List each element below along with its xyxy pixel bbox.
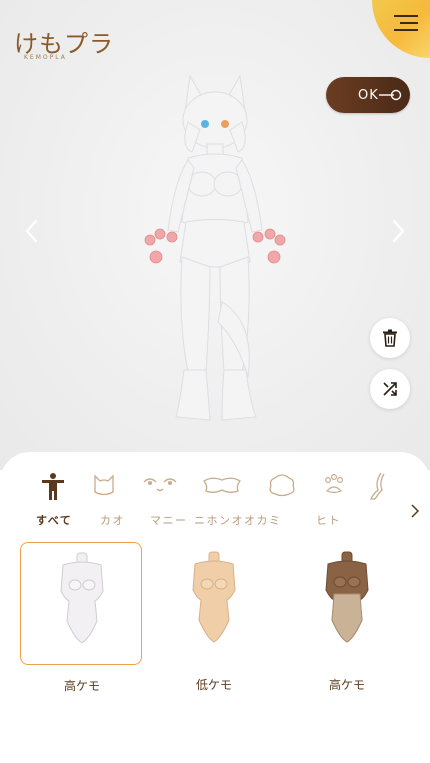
tab-leg[interactable] bbox=[366, 472, 390, 532]
tab-all-label: すべて bbox=[36, 514, 73, 527]
torso-part-image bbox=[192, 551, 236, 643]
cat-face-icon bbox=[94, 474, 114, 496]
part-card-3[interactable]: 高ケモ bbox=[286, 542, 408, 692]
part-label-1: 高ケモ bbox=[63, 679, 100, 693]
model-stage: けもプラ KEMOPLA OK bbox=[0, 0, 430, 470]
ok-button[interactable]: OK bbox=[326, 77, 410, 113]
trash-icon bbox=[383, 329, 397, 347]
hamburger-menu-icon bbox=[394, 15, 418, 31]
kemopla-logo[interactable]: けもプラ KEMOPLA bbox=[14, 24, 114, 68]
tab-human[interactable]: ヒト bbox=[266, 472, 340, 532]
paw-icon bbox=[324, 473, 344, 494]
category-tabs: すべて カオ マニー ニホンオオカミ ヒト bbox=[0, 472, 430, 532]
random-button[interactable] bbox=[370, 369, 410, 409]
tab-face-label: カオ bbox=[100, 514, 125, 527]
tab-manny-label: マニー bbox=[150, 514, 188, 527]
ok-label: OK bbox=[358, 87, 379, 103]
delete-button[interactable] bbox=[370, 318, 410, 358]
human-head-icon bbox=[269, 474, 295, 497]
eyes-icon bbox=[143, 478, 177, 492]
part-label-3: 高ケモ bbox=[328, 678, 365, 692]
torso-part-image bbox=[325, 551, 369, 643]
parts-panel: すべて カオ マニー ニホンオオカミ ヒト 高ケモ 低ケモ 高ケモ bbox=[0, 452, 430, 763]
tab-face[interactable]: カオ bbox=[90, 472, 124, 532]
chevron-right-icon[interactable] bbox=[410, 504, 420, 518]
shuffle-icon bbox=[383, 382, 397, 396]
chevron-left-icon[interactable] bbox=[22, 218, 42, 244]
character-model bbox=[144, 74, 286, 421]
torso-part-image bbox=[60, 552, 104, 644]
tab-manny[interactable]: マニー bbox=[140, 472, 186, 532]
part-label-2: 低ケモ bbox=[195, 678, 232, 692]
tab-paw[interactable] bbox=[320, 472, 348, 532]
chevron-right-icon[interactable] bbox=[388, 218, 408, 244]
wolf-head-icon bbox=[203, 477, 241, 493]
part-card-1[interactable]: 高ケモ bbox=[20, 542, 142, 693]
body-icon bbox=[42, 473, 64, 500]
leg-icon bbox=[370, 472, 385, 500]
menu-button[interactable] bbox=[372, 0, 430, 58]
tab-all[interactable]: すべて bbox=[36, 472, 73, 532]
arrow-right-icon bbox=[379, 89, 402, 101]
logo-subtext: KEMOPLA bbox=[24, 54, 67, 61]
part-card-2[interactable]: 低ケモ bbox=[153, 542, 275, 692]
parts-grid: 高ケモ 低ケモ 高ケモ bbox=[0, 542, 430, 702]
tab-wolf[interactable]: ニホンオオカミ bbox=[194, 472, 280, 532]
